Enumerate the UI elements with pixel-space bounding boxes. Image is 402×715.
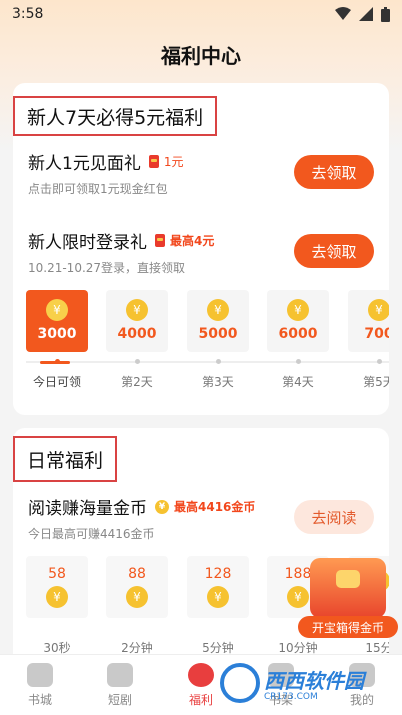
- meet-gift-tag: 1元: [148, 153, 183, 170]
- read-label: 阅读赚海量金币: [28, 499, 147, 519]
- coin-icon: ¥: [207, 586, 229, 608]
- tab-label: 书城: [27, 693, 52, 707]
- progress-dot: [216, 359, 221, 364]
- day-item[interactable]: ¥ 6000: [267, 290, 329, 352]
- day-item[interactable]: ¥ 700: [348, 290, 389, 352]
- watermark-text: 西西软件园: [264, 668, 364, 693]
- home-icon: [27, 663, 53, 687]
- treasure-chest-icon: [310, 558, 386, 618]
- coin-icon: ¥: [207, 299, 229, 321]
- tab-label: 福利: [188, 693, 213, 707]
- day-item[interactable]: ¥ 5000: [187, 290, 249, 352]
- time-reward-item[interactable]: 128 ¥: [187, 556, 249, 618]
- treasure-chest-label: 开宝箱得金币: [298, 616, 398, 638]
- day-amount: 6000: [278, 326, 318, 342]
- login-gift-claim-button[interactable]: 去领取: [294, 234, 374, 268]
- day-item[interactable]: ¥ 4000: [106, 290, 168, 352]
- signal-icon: [359, 7, 373, 21]
- reward-amount: 128: [204, 566, 232, 582]
- coin-icon: ¥: [126, 299, 148, 321]
- treasure-chest-button[interactable]: 开宝箱得金币: [298, 558, 398, 640]
- read-row: 阅读赚海量金币 ¥ 最高4416金币 今日最高可赚4416金币 去阅读: [28, 494, 374, 542]
- go-read-button[interactable]: 去阅读: [294, 500, 374, 534]
- day-amount: 700: [364, 326, 389, 342]
- day-label: 今日可领: [32, 375, 81, 389]
- red-envelope-icon: [148, 155, 159, 168]
- meet-gift-label: 新人1元见面礼: [28, 154, 141, 174]
- coin-icon: ¥: [368, 299, 389, 321]
- tab-label: 短剧: [107, 693, 132, 707]
- battery-icon: [381, 6, 390, 22]
- tab-bookstore[interactable]: 书城: [10, 663, 70, 708]
- coin-icon: ¥: [46, 586, 68, 608]
- progress-dot: [377, 359, 382, 364]
- day-amount: 5000: [198, 326, 238, 342]
- day-label: 第4天: [282, 375, 314, 389]
- newcomer-section-title: 新人7天必得5元福利: [13, 96, 218, 136]
- login-gift-tag: 最高4元: [155, 232, 214, 249]
- day-amount: 3000: [37, 326, 77, 342]
- login-gift-label: 新人限时登录礼: [28, 233, 147, 253]
- chest-lock-icon: [336, 570, 360, 588]
- progress-dot: [135, 359, 140, 364]
- meet-gift-row: 新人1元见面礼 1元 点击即可领取1元现金红包 去领取: [28, 149, 374, 197]
- status-bar: 3:58: [0, 0, 402, 28]
- progress-dot: [55, 359, 60, 364]
- coin-icon: ¥: [46, 299, 68, 321]
- read-tag: ¥ 最高4416金币: [155, 498, 255, 515]
- watermark-url: CR173.COM: [264, 691, 318, 702]
- progress-dot: [296, 359, 301, 364]
- play-icon: [107, 663, 133, 687]
- newcomer-card: 新人7天必得5元福利 新人1元见面礼 1元 点击即可领取1元现金红包 去领取 新…: [13, 83, 389, 415]
- reward-amount: 88: [128, 566, 146, 582]
- red-envelope-icon: [155, 234, 165, 247]
- watermark: 西西软件园 CR173.COM: [220, 660, 390, 706]
- watermark-logo-icon: [220, 663, 260, 703]
- coin-icon: ¥: [155, 499, 169, 514]
- page-title: 福利中心: [161, 44, 241, 68]
- login-gift-row: 新人限时登录礼 最高4元 10.21-10.27登录，直接领取 去领取: [28, 228, 374, 276]
- wifi-icon: [335, 7, 351, 20]
- tab-short-drama[interactable]: 短剧: [90, 663, 150, 708]
- coin-icon: ¥: [287, 299, 309, 321]
- progress-track: [26, 361, 389, 363]
- status-icons: [335, 6, 390, 22]
- reward-amount: 58: [48, 566, 66, 582]
- status-time: 3:58: [12, 6, 44, 22]
- daily-section-title: 日常福利: [13, 436, 118, 482]
- day-label: 第3天: [202, 375, 234, 389]
- gift-icon: [188, 663, 214, 687]
- day-label: 第5天: [363, 375, 389, 389]
- time-reward-item[interactable]: 58 ¥: [26, 556, 88, 618]
- day-item[interactable]: ¥ 3000: [26, 290, 88, 352]
- coin-icon: ¥: [126, 586, 148, 608]
- day-amount: 4000: [117, 326, 157, 342]
- day-label: 第2天: [121, 375, 153, 389]
- time-reward-item[interactable]: 88 ¥: [106, 556, 168, 618]
- meet-gift-claim-button[interactable]: 去领取: [294, 155, 374, 189]
- login-days-strip[interactable]: ¥ 3000 ¥ 4000 ¥ 5000 ¥ 6000 ¥ 700 今日可领 第…: [26, 290, 389, 390]
